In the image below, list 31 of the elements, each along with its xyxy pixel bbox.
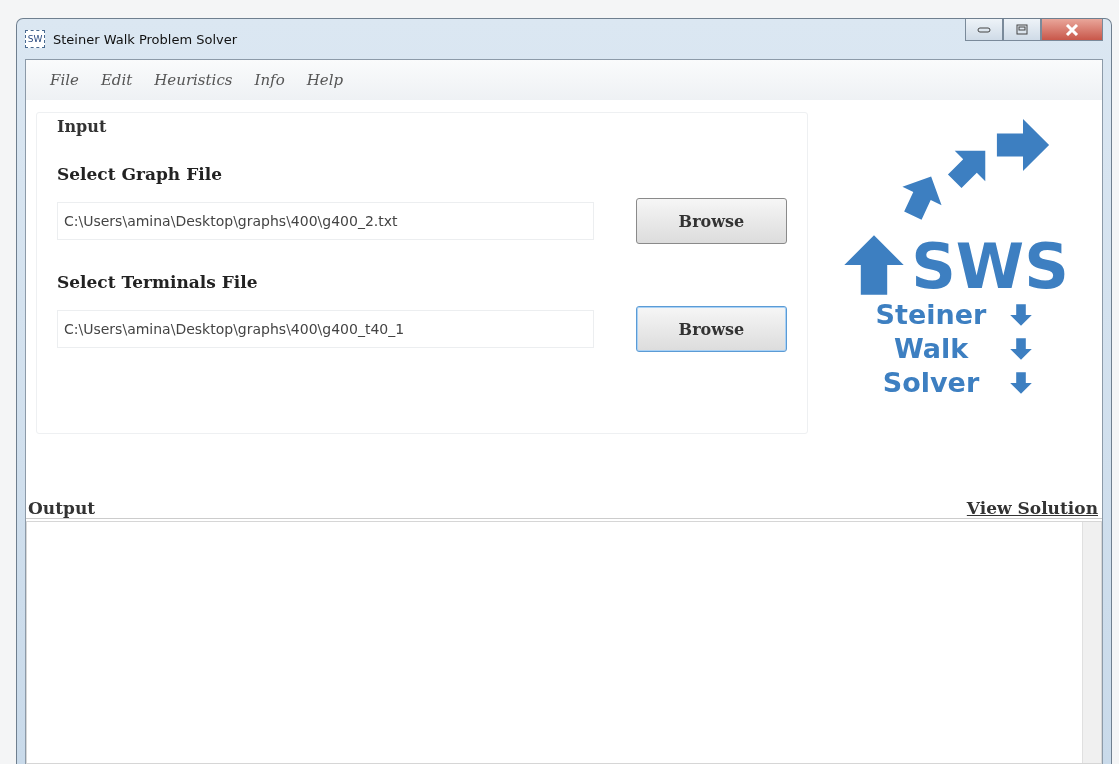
- field-label: Select Terminals File: [57, 272, 259, 292]
- minimize-button[interactable]: [965, 19, 1003, 41]
- logo-acronym: SWS: [911, 236, 1069, 298]
- logo-word: Solver: [881, 366, 981, 400]
- arrow-icon: [1009, 337, 1033, 361]
- logo-word: Walk: [892, 332, 970, 366]
- close-icon: [1065, 23, 1079, 36]
- view-solution-link[interactable]: View Solution: [966, 498, 1098, 518]
- window-title: Steiner Walk Problem Solver: [53, 31, 238, 47]
- menu-item[interactable]: Edit: [100, 71, 133, 89]
- menu-item[interactable]: Heuristics: [154, 71, 233, 89]
- group-title: Input: [57, 117, 108, 136]
- output-title: Output: [28, 498, 96, 518]
- maximize-icon: [1016, 24, 1028, 35]
- menu-item[interactable]: Help: [306, 71, 344, 89]
- file-path-field[interactable]: C:\Users\amina\Desktop\graphs\400\g400_t40_1: [57, 310, 594, 348]
- minimize-icon: [977, 26, 991, 33]
- maximize-button[interactable]: [1003, 19, 1041, 41]
- scroll-bar[interactable]: [1082, 522, 1101, 763]
- arrow-icon: [994, 116, 1052, 174]
- file-path-field[interactable]: C:\Users\amina\Desktop\graphs\400\g400_2.txt: [57, 202, 594, 240]
- menu-item[interactable]: Info: [254, 71, 285, 89]
- field-label: Select Graph File: [57, 164, 223, 184]
- arrow-icon: [1009, 303, 1033, 327]
- browse-button[interactable]: Browse: [635, 198, 787, 244]
- close-button[interactable]: [1041, 19, 1103, 41]
- logo-word: Steiner: [874, 298, 988, 332]
- app-icon: SW: [25, 30, 45, 48]
- menu-item[interactable]: File: [50, 71, 79, 89]
- browse-button[interactable]: Browse: [635, 306, 787, 352]
- arrow-icon: [1009, 371, 1033, 395]
